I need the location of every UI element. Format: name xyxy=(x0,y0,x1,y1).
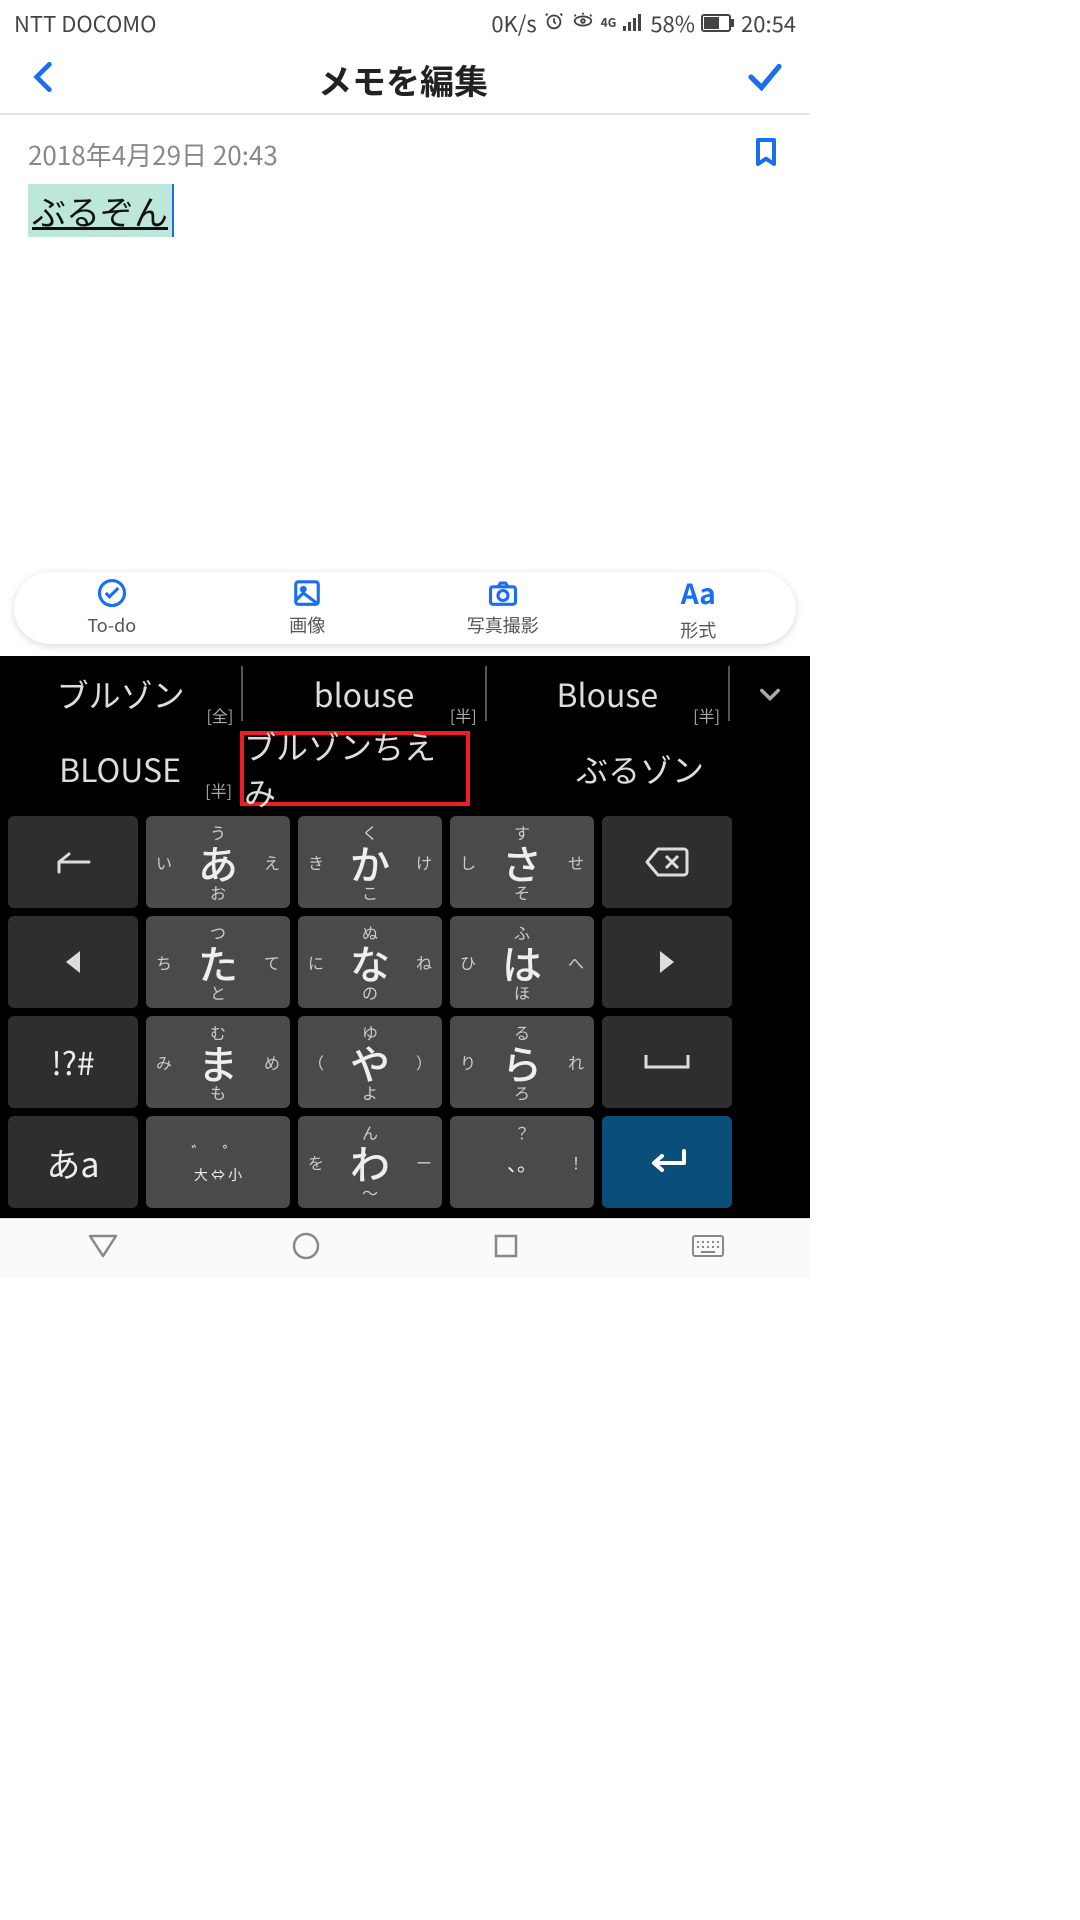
signal-4g-icon: 4G xyxy=(601,14,617,31)
key-left[interactable] xyxy=(8,916,138,1008)
key-na[interactable]: ぬのにねな xyxy=(298,916,442,1008)
candidate-text: Blouse xyxy=(557,671,659,717)
nav-home-icon[interactable] xyxy=(291,1231,321,1266)
meta-row: 2018年4月29日 20:43 xyxy=(0,115,810,184)
candidate[interactable]: blouse [半] xyxy=(243,656,484,731)
key-right[interactable] xyxy=(602,916,732,1008)
key-ya[interactable]: ゆよ（）や xyxy=(298,1016,442,1108)
key-size-toggle[interactable]: ゛ ゜ 大 ⇔ 小 xyxy=(146,1116,290,1208)
key-ka[interactable]: くこきけか xyxy=(298,816,442,908)
candidate-highlighted[interactable]: ブルゾンちえみ xyxy=(240,731,470,806)
key-space[interactable] xyxy=(602,1016,732,1108)
key-a[interactable]: うおいえあ xyxy=(146,816,290,908)
battery-percent: 58% xyxy=(650,7,695,39)
key-undo[interactable] xyxy=(8,816,138,908)
net-speed: 0K/s xyxy=(491,7,536,39)
tool-label: 写真撮影 xyxy=(467,612,539,638)
insert-toolbar: To-do 画像 写真撮影 Aa 形式 xyxy=(14,572,796,644)
tool-format[interactable]: Aa 形式 xyxy=(601,572,797,644)
clock: 20:54 xyxy=(741,7,796,39)
confirm-icon[interactable] xyxy=(744,56,786,103)
size-bot: 大 ⇔ 小 xyxy=(194,1165,242,1185)
candidate[interactable]: BLOUSE [半] xyxy=(0,731,240,806)
candidate-text: blouse xyxy=(314,671,414,717)
key-mode[interactable]: あa xyxy=(8,1116,138,1208)
candidate[interactable]: ブルゾン [全] xyxy=(0,656,241,731)
battery-icon xyxy=(701,7,735,39)
tool-image[interactable]: 画像 xyxy=(210,572,406,644)
note-datetime: 2018年4月29日 20:43 xyxy=(28,136,278,173)
key-ha[interactable]: ふほひへは xyxy=(450,916,594,1008)
key-punct[interactable]: ？！、。 xyxy=(450,1116,594,1208)
system-navbar xyxy=(0,1218,810,1278)
candidate-tag: [半] xyxy=(693,703,720,727)
key-ra[interactable]: るろりれら xyxy=(450,1016,594,1108)
candidate[interactable]: ぶるゾン xyxy=(470,731,810,806)
key-ta[interactable]: つとちてた xyxy=(146,916,290,1008)
candidate-text: ぶるゾン xyxy=(576,746,704,792)
key-grid: うおいえあ くこきけか すそしせさ つとちてた ぬのにねな ふほひへは !?# … xyxy=(0,806,810,1218)
candidate-tag: [半] xyxy=(205,778,232,802)
size-top: ゛ ゜ xyxy=(191,1139,245,1163)
nav-back-icon[interactable] xyxy=(86,1232,120,1265)
key-sa[interactable]: すそしせさ xyxy=(450,816,594,908)
key-enter[interactable] xyxy=(602,1116,732,1208)
key-backspace[interactable] xyxy=(602,816,732,908)
key-wa[interactable]: ん〜をーわ xyxy=(298,1116,442,1208)
app-header: メモを編集 xyxy=(0,45,810,115)
candidate[interactable]: Blouse [半] xyxy=(487,656,728,731)
carrier: NTT DOCOMO xyxy=(14,7,157,39)
candidate-text: BLOUSE xyxy=(59,746,181,792)
tool-camera[interactable]: 写真撮影 xyxy=(405,572,601,644)
status-right: 0K/s 4G 58% 20:54 xyxy=(491,7,796,39)
candidate-row: BLOUSE [半] ブルゾンちえみ ぶるゾン xyxy=(0,731,810,806)
alarm-icon xyxy=(543,7,565,39)
format-icon: Aa xyxy=(681,573,716,613)
keyboard: ブルゾン [全] blouse [半] Blouse [半] BLOUSE [半… xyxy=(0,656,810,1218)
tool-label: 画像 xyxy=(289,612,325,638)
key-symbols[interactable]: !?# xyxy=(8,1016,138,1108)
signal-icon xyxy=(622,7,642,39)
eye-icon xyxy=(571,7,595,39)
candidate-text: ブルゾン xyxy=(57,671,185,717)
status-bar: NTT DOCOMO 0K/s 4G 58% 20:54 xyxy=(0,0,810,45)
tool-label: 形式 xyxy=(680,617,716,643)
composing-text[interactable]: ぶるぞん xyxy=(28,184,172,237)
candidate-text: ブルゾンちえみ xyxy=(244,723,466,815)
expand-candidates-icon[interactable] xyxy=(730,656,810,731)
key-ma[interactable]: むもみめま xyxy=(146,1016,290,1108)
nav-recents-icon[interactable] xyxy=(492,1232,520,1265)
page-title: メモを編集 xyxy=(318,55,488,104)
candidate-tag: [全] xyxy=(207,703,234,727)
tool-label: To-do xyxy=(87,612,136,638)
bookmark-icon[interactable] xyxy=(750,133,782,176)
candidate-row: ブルゾン [全] blouse [半] Blouse [半] xyxy=(0,656,810,731)
note-body[interactable]: ぶるぞん xyxy=(0,184,810,564)
nav-keyboard-icon[interactable] xyxy=(691,1234,725,1263)
back-icon[interactable] xyxy=(24,58,62,101)
tool-todo[interactable]: To-do xyxy=(14,572,210,644)
